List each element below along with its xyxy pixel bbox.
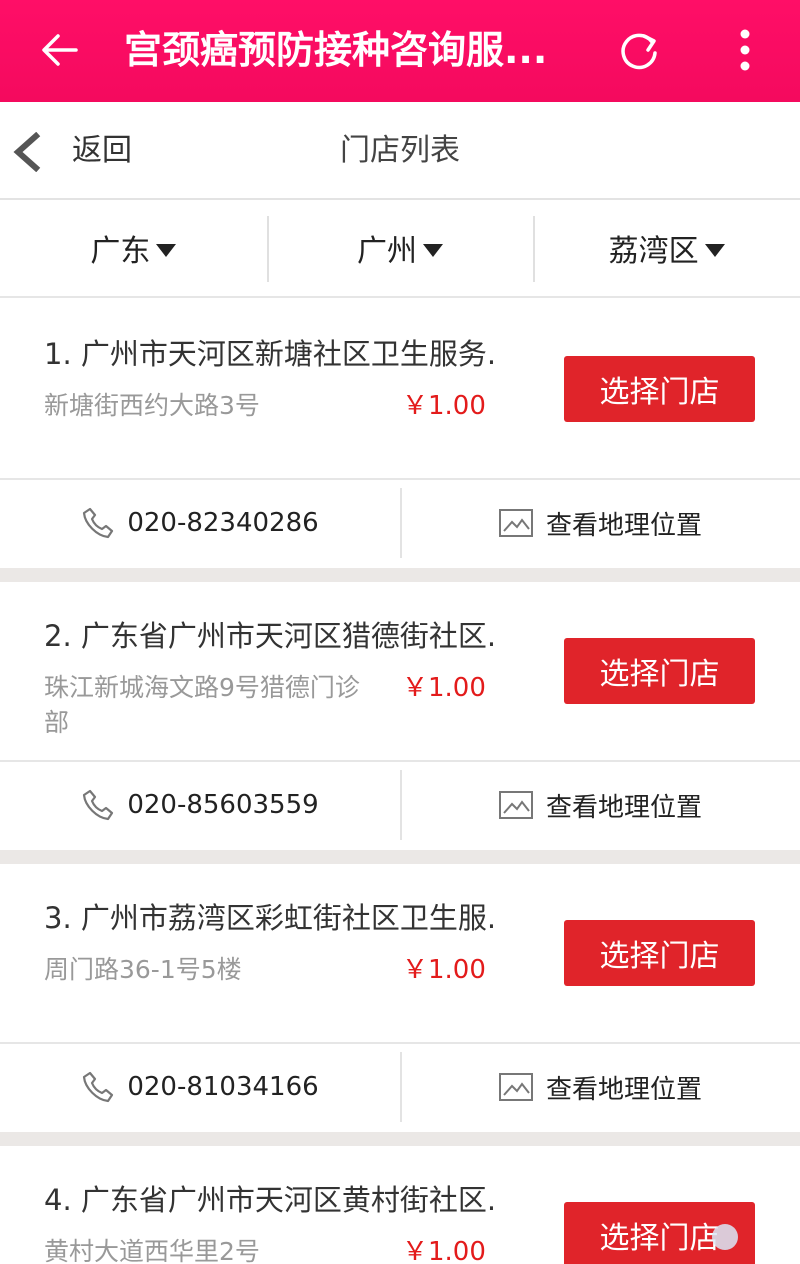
phone-link[interactable]: 020-85603559	[0, 762, 400, 848]
view-location-label: 查看地理位置	[545, 1074, 702, 1105]
view-location-link[interactable]: 查看地理位置	[400, 480, 800, 566]
image-map-icon	[498, 509, 533, 537]
phone-icon	[83, 507, 114, 539]
store-price: ￥1.00	[402, 1237, 486, 1264]
phone-link[interactable]: 020-82340286	[0, 480, 400, 566]
app-title: 宫颈癌预防接种咨询服...	[124, 28, 548, 72]
image-map-icon	[498, 791, 533, 819]
select-store-button[interactable]: 选择门店	[564, 356, 755, 422]
phone-icon	[83, 789, 114, 821]
region-filters: 广东 广州 荔湾区	[0, 200, 800, 298]
province-dropdown[interactable]: 广东	[0, 200, 267, 296]
phone-link[interactable]: 020-81034166	[0, 1044, 400, 1130]
divider	[0, 568, 800, 582]
chevron-left-icon[interactable]	[10, 132, 44, 172]
more-vertical-icon[interactable]	[730, 26, 760, 76]
store-price: ￥1.00	[402, 955, 486, 985]
arrow-left-icon[interactable]	[40, 28, 80, 72]
city-dropdown[interactable]: 广州	[266, 200, 534, 296]
refresh-icon[interactable]	[614, 26, 664, 76]
store-price: ￥1.00	[402, 391, 486, 421]
store-name: 1. 广州市天河区新塘社区卫生服务.	[44, 337, 497, 371]
divider	[0, 1132, 800, 1146]
caret-down-icon	[704, 243, 725, 257]
watermark-icon	[712, 1224, 738, 1250]
watermark-logo	[712, 1222, 796, 1252]
divider	[0, 850, 800, 864]
store-name: 2. 广东省广州市天河区猎德街社区.	[44, 619, 497, 653]
view-location-link[interactable]: 查看地理位置	[400, 762, 800, 848]
store-card: 3. 广州市荔湾区彩虹街社区卫生服. 周门路36-1号5楼 ￥1.00 选择门店…	[0, 864, 800, 1130]
store-address: 珠江新城海文路9号猎德门诊部	[44, 673, 360, 737]
district-label: 荔湾区	[608, 234, 699, 269]
store-address: 黄村大道西华里2号	[44, 1237, 260, 1264]
store-address: 周门路36-1号5楼	[44, 955, 242, 984]
phone-number: 020-82340286	[127, 508, 319, 538]
city-label: 广州	[357, 234, 417, 269]
select-store-button[interactable]: 选择门店	[564, 638, 755, 704]
view-location-label: 查看地理位置	[545, 792, 702, 823]
select-store-button[interactable]: 选择门店	[564, 920, 755, 986]
store-card: 2. 广东省广州市天河区猎德街社区. 珠江新城海文路9号猎德门诊部 ￥1.00 …	[0, 582, 800, 848]
app-bar: 宫颈癌预防接种咨询服...	[0, 0, 800, 102]
store-name: 4. 广东省广州市天河区黄村街社区.	[44, 1183, 497, 1217]
sub-header: 返回 门店列表	[0, 102, 800, 200]
caret-down-icon	[423, 243, 443, 257]
image-map-icon	[498, 1073, 533, 1101]
store-name: 3. 广州市荔湾区彩虹街社区卫生服.	[44, 901, 497, 935]
store-price: ￥1.00	[402, 673, 486, 703]
view-location-label: 查看地理位置	[545, 510, 702, 541]
province-label: 广东	[90, 234, 151, 269]
back-link[interactable]: 返回	[72, 130, 132, 172]
store-card: 4. 广东省广州市天河区黄村街社区. 黄村大道西华里2号 ￥1.00 选择门店	[0, 1146, 800, 1264]
phone-number: 020-85603559	[127, 790, 319, 820]
view-location-link[interactable]: 查看地理位置	[400, 1044, 800, 1130]
store-card: 1. 广州市天河区新塘社区卫生服务. 新塘街西约大路3号 ￥1.00 选择门店 …	[0, 300, 800, 566]
caret-down-icon	[156, 243, 177, 257]
district-dropdown[interactable]: 荔湾区	[533, 200, 800, 296]
store-address: 新塘街西约大路3号	[44, 391, 260, 420]
phone-icon	[83, 1071, 114, 1103]
phone-number: 020-81034166	[127, 1072, 319, 1102]
